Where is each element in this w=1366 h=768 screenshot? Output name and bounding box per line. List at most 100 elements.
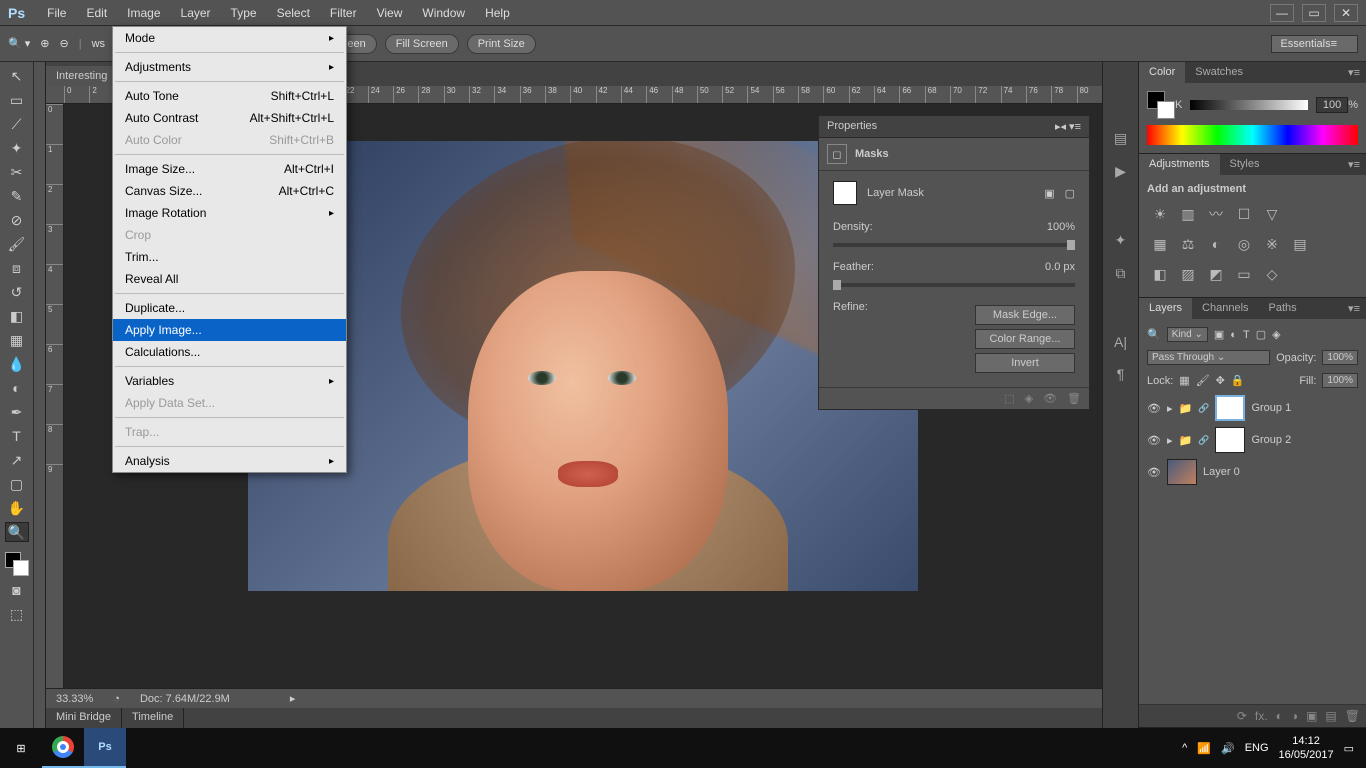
- tab-layers[interactable]: Layers: [1139, 298, 1192, 319]
- opacity-input[interactable]: 100%: [1322, 350, 1358, 365]
- exposure-icon[interactable]: ☐: [1235, 205, 1253, 223]
- layer-name[interactable]: Layer 0: [1203, 466, 1240, 478]
- layer-filter-kind[interactable]: Kind ⌄: [1167, 327, 1208, 342]
- panel-menu-icon[interactable]: ▾≡: [1342, 62, 1366, 83]
- menu-item-mode[interactable]: Mode: [113, 27, 346, 49]
- photoshop-taskbar-icon[interactable]: Ps: [84, 728, 126, 768]
- crop-tool[interactable]: ✂: [5, 162, 29, 182]
- clone-stamp-tool[interactable]: ⧈: [5, 258, 29, 278]
- filter-adjust-icon[interactable]: ◐: [1230, 329, 1237, 341]
- actions-icon[interactable]: ▶: [1115, 163, 1126, 180]
- tab-paths[interactable]: Paths: [1259, 298, 1307, 319]
- tab-swatches[interactable]: Swatches: [1185, 62, 1253, 83]
- path-selection-tool[interactable]: ↗: [5, 450, 29, 470]
- tab-styles[interactable]: Styles: [1220, 154, 1270, 175]
- taskbar-clock[interactable]: 14:1216/05/2017: [1279, 734, 1334, 762]
- menu-image[interactable]: Image: [117, 6, 170, 20]
- menu-item-apply-image[interactable]: Apply Image...: [113, 319, 346, 341]
- move-tool[interactable]: ↖: [5, 66, 29, 86]
- zoom-out-icon[interactable]: ⊖: [60, 37, 69, 50]
- lock-all-icon[interactable]: 🔒: [1231, 374, 1245, 387]
- levels-icon[interactable]: ▥: [1179, 205, 1197, 223]
- density-slider[interactable]: [833, 243, 1075, 247]
- zoom-in-icon[interactable]: ⊕: [40, 37, 49, 50]
- mask-thumbnail[interactable]: [833, 181, 857, 205]
- color-swatch[interactable]: [5, 552, 29, 576]
- panel-menu-icon[interactable]: ▾≡: [1342, 298, 1366, 319]
- tab-color[interactable]: Color: [1139, 62, 1185, 83]
- zoom-tool[interactable]: 🔍: [5, 522, 29, 542]
- disable-mask-icon[interactable]: 👁: [1043, 392, 1057, 405]
- apply-mask-icon[interactable]: ◈: [1025, 392, 1033, 405]
- bottom-tab-timeline[interactable]: Timeline: [122, 708, 184, 728]
- lock-pixels-icon[interactable]: 🖌: [1196, 374, 1210, 387]
- eraser-tool[interactable]: ◧: [5, 306, 29, 326]
- menu-item-trim[interactable]: Trim...: [113, 246, 346, 268]
- screen-mode-toggle[interactable]: ⬚: [5, 604, 29, 624]
- volume-icon[interactable]: 🔊: [1221, 742, 1235, 755]
- expand-arrow-icon[interactable]: ▸: [1167, 402, 1173, 415]
- hue-sat-icon[interactable]: ▦: [1151, 235, 1169, 253]
- action-center-icon[interactable]: ▭: [1344, 742, 1354, 755]
- menu-item-auto-contrast[interactable]: Auto ContrastAlt+Shift+Ctrl+L: [113, 107, 346, 129]
- rectangle-tool[interactable]: ▢: [5, 474, 29, 494]
- invert-button[interactable]: Invert: [975, 353, 1075, 373]
- panel-menu-icon[interactable]: ▾≡: [1342, 154, 1366, 175]
- k-slider[interactable]: [1190, 100, 1308, 110]
- layer-name[interactable]: Group 1: [1251, 402, 1291, 414]
- color-spectrum[interactable]: [1147, 125, 1358, 145]
- blend-mode-dropdown[interactable]: Pass Through ⌄: [1147, 350, 1270, 365]
- maximize-button[interactable]: ▭: [1302, 4, 1326, 22]
- curves-icon[interactable]: 〰: [1207, 205, 1225, 223]
- lock-position-icon[interactable]: ✥: [1216, 374, 1225, 387]
- tab-channels[interactable]: Channels: [1192, 298, 1258, 319]
- minimize-button[interactable]: —: [1270, 4, 1294, 22]
- menu-item-adjustments[interactable]: Adjustments: [113, 56, 346, 78]
- expand-arrow-icon[interactable]: ▸: [1167, 434, 1173, 447]
- filter-type-icon[interactable]: T: [1243, 329, 1250, 341]
- delete-mask-icon[interactable]: 🗑: [1067, 392, 1081, 405]
- menu-help[interactable]: Help: [475, 6, 520, 20]
- selective-color-icon[interactable]: ◇: [1263, 265, 1281, 283]
- start-button[interactable]: ⊞: [0, 728, 42, 768]
- bottom-tab-mini-bridge[interactable]: Mini Bridge: [46, 708, 122, 728]
- character-icon[interactable]: A|: [1114, 334, 1127, 350]
- language-indicator[interactable]: ENG: [1245, 742, 1269, 754]
- menu-item-auto-tone[interactable]: Auto ToneShift+Ctrl+L: [113, 85, 346, 107]
- layer-name[interactable]: Group 2: [1251, 434, 1291, 446]
- mask-mode-icon[interactable]: ◻: [827, 144, 847, 164]
- color-balance-icon[interactable]: ⚖: [1179, 235, 1197, 253]
- foreground-background-swatch[interactable]: [1147, 91, 1175, 119]
- clone-source-icon[interactable]: ⧉: [1116, 265, 1126, 282]
- magic-wand-tool[interactable]: ✦: [5, 138, 29, 158]
- visibility-icon[interactable]: 👁: [1147, 434, 1161, 447]
- pen-tool[interactable]: ✒: [5, 402, 29, 422]
- paragraph-icon[interactable]: ¶: [1117, 366, 1125, 382]
- delete-layer-icon[interactable]: 🗑: [1345, 709, 1360, 723]
- link-layers-icon[interactable]: ⟳: [1237, 709, 1247, 723]
- load-selection-icon[interactable]: ⬚: [1004, 392, 1014, 405]
- layer-mask-icon[interactable]: ◐: [1276, 709, 1283, 723]
- document-tab[interactable]: Interesting: [46, 66, 118, 86]
- zoom-tool-icon[interactable]: 🔍 ▾: [8, 37, 30, 50]
- eyedropper-tool[interactable]: ✎: [5, 186, 29, 206]
- doc-info-icon[interactable]: ◔: [113, 693, 120, 705]
- layer-row[interactable]: 👁▸📁🔗Group 1: [1143, 392, 1362, 424]
- mask-edge-button[interactable]: Mask Edge...: [975, 305, 1075, 325]
- bw-icon[interactable]: ◐: [1207, 235, 1225, 253]
- healing-brush-tool[interactable]: ⊘: [5, 210, 29, 230]
- panel-menu-icon[interactable]: ▾≡: [1069, 121, 1081, 133]
- layer-row[interactable]: 👁Layer 0: [1143, 456, 1362, 488]
- fill-screen-button[interactable]: Fill Screen: [385, 34, 459, 54]
- new-adjustment-layer-icon[interactable]: ◑: [1291, 709, 1298, 723]
- menu-item-image-rotation[interactable]: Image Rotation: [113, 202, 346, 224]
- menu-select[interactable]: Select: [267, 6, 320, 20]
- menu-file[interactable]: File: [37, 6, 76, 20]
- density-value[interactable]: 100%: [1047, 221, 1075, 233]
- quick-mask-toggle[interactable]: ◙: [5, 580, 29, 600]
- layer-thumbnail[interactable]: [1215, 427, 1245, 453]
- visibility-icon[interactable]: 👁: [1147, 402, 1161, 415]
- menu-item-reveal-all[interactable]: Reveal All: [113, 268, 346, 290]
- brightness-icon[interactable]: ☀: [1151, 205, 1169, 223]
- menu-edit[interactable]: Edit: [76, 6, 117, 20]
